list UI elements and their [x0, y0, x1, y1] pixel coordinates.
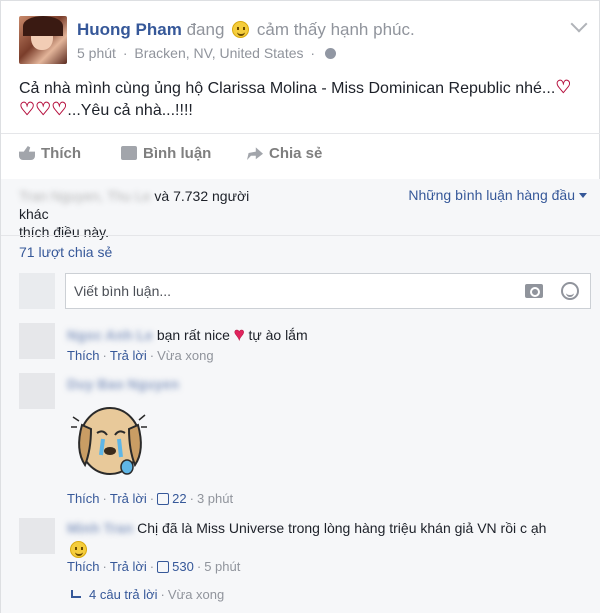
commenter-avatar[interactable] [19, 373, 55, 409]
comment-time[interactable]: Vừa xong [157, 348, 213, 363]
happy-emoji-icon [232, 21, 250, 38]
comment-like-count[interactable]: 530 [172, 559, 194, 574]
feeling-prefix: đang [186, 20, 225, 39]
comment-button[interactable]: Bình luận [121, 145, 211, 162]
share-label: Chia sẻ [269, 145, 323, 162]
comment-reply-link[interactable]: Trả lời [110, 348, 147, 363]
comment-author-line: Duy Bao Nguyen [67, 375, 183, 393]
top-comments-dropdown[interactable]: Những bình luận hàng đầu [408, 187, 587, 203]
thumbs-up-icon [19, 146, 35, 160]
replies-row: 4 câu trả lời · Vừa xong [71, 587, 224, 602]
share-arrow-icon [247, 147, 263, 160]
smile-emoji-icon [70, 541, 87, 558]
likes-summary: Tran Nguyen, Thu Le và 7.732 người khác … [19, 187, 279, 241]
top-comments-label: Những bình luận hàng đầu [408, 187, 575, 203]
like-button[interactable]: Thích [19, 145, 81, 162]
comment-reply-link[interactable]: Trả lời [110, 559, 147, 574]
replies-time[interactable]: Vừa xong [168, 587, 224, 602]
author-avatar[interactable] [19, 16, 67, 64]
comment-label: Bình luận [143, 145, 212, 162]
separator-dot: · [122, 45, 128, 61]
author-name[interactable]: Huong Pham [77, 20, 182, 39]
comment-time[interactable]: 5 phút [204, 559, 240, 574]
post-meta: 5 phút · Bracken, NV, United States · [77, 45, 336, 61]
comment-like-link[interactable]: Thích [67, 559, 100, 574]
comment-text: Minh Tran Chị đã là Miss Universe trong l… [67, 519, 546, 537]
comment-reply-link[interactable]: Trả lời [110, 491, 147, 506]
post-actions: Thích Bình luận Chia sẻ [19, 145, 579, 167]
comment-input[interactable] [65, 273, 591, 309]
divider [1, 235, 600, 236]
comment-time[interactable]: 3 phút [197, 491, 233, 506]
globe-icon[interactable] [324, 48, 336, 59]
commenter-avatar[interactable] [19, 518, 55, 554]
likes-suffix: thích điều này. [19, 224, 110, 240]
comment-like-link[interactable]: Thích [67, 348, 100, 363]
like-label: Thích [41, 145, 81, 162]
commenter-name[interactable]: Minh Tran [67, 520, 133, 536]
post-card: Huong Pham đang cảm thấy hạnh phúc. 5 ph… [0, 0, 600, 613]
post-location[interactable]: Bracken, NV, United States [134, 45, 303, 61]
comment-text-part1: bạn rất nice [156, 327, 230, 343]
comment-like-count[interactable]: 22 [172, 491, 186, 506]
thumbs-up-icon [157, 493, 170, 505]
heart-icon: ♡ [555, 77, 572, 97]
divider [1, 133, 600, 134]
chevron-down-icon[interactable] [570, 15, 588, 33]
commenter-name[interactable]: Duy Bao Nguyen [67, 376, 179, 392]
comment-meta: Thích · Trả lời · 22 · 3 phút [67, 491, 234, 506]
author-line: Huong Pham đang cảm thấy hạnh phúc. [77, 20, 415, 40]
commenter-avatar[interactable] [19, 323, 55, 359]
comment-meta: Thích · Trả lời · 530 · 5 phút [67, 559, 241, 574]
comment-text: Ngoc Anh Le bạn rất nice ♥ tự ào lắm [67, 324, 308, 344]
post-text-line1: Cả nhà mình cùng ủng hộ Clarissa Molina … [19, 80, 556, 97]
post-text: Cả nhà mình cùng ủng hộ Clarissa Molina … [19, 78, 591, 122]
shares-link[interactable]: 71 lượt chia sẻ [19, 244, 112, 260]
camera-icon[interactable] [525, 284, 543, 298]
feeling-text: cảm thấy hạnh phúc. [256, 20, 415, 39]
crying-dog-sticker[interactable] [69, 395, 151, 481]
smiley-icon[interactable] [561, 282, 579, 300]
separator-dot: · [310, 45, 316, 61]
comment-text-body: Chị đã là Miss Universe trong lòng hàng … [137, 520, 547, 536]
viewer-avatar [19, 273, 55, 309]
heart-icon: ♡♡♡ [19, 99, 68, 119]
post-time[interactable]: 5 phút [77, 45, 116, 61]
comment-icon [121, 146, 137, 160]
heart-icon: ♥ [233, 324, 245, 344]
comment-meta: Thích · Trả lời · Vừa xong [67, 348, 214, 363]
commenter-name[interactable]: Ngoc Anh Le [67, 327, 153, 343]
thumbs-up-icon [157, 561, 170, 573]
liker-names-blurred: Tran Nguyen, Thu Le [19, 188, 151, 204]
comment-text-part2: tự ào lắm [248, 327, 308, 343]
reply-arrow-icon [71, 590, 81, 598]
post-header: Huong Pham đang cảm thấy hạnh phúc. 5 ph… [19, 15, 589, 64]
caret-down-icon [579, 193, 587, 198]
view-replies-link[interactable]: 4 câu trả lời [89, 587, 158, 602]
post-text-line2: ...Yêu cả nhà...!!!! [67, 102, 193, 119]
comment-like-link[interactable]: Thích [67, 491, 100, 506]
share-button[interactable]: Chia sẻ [247, 145, 322, 162]
